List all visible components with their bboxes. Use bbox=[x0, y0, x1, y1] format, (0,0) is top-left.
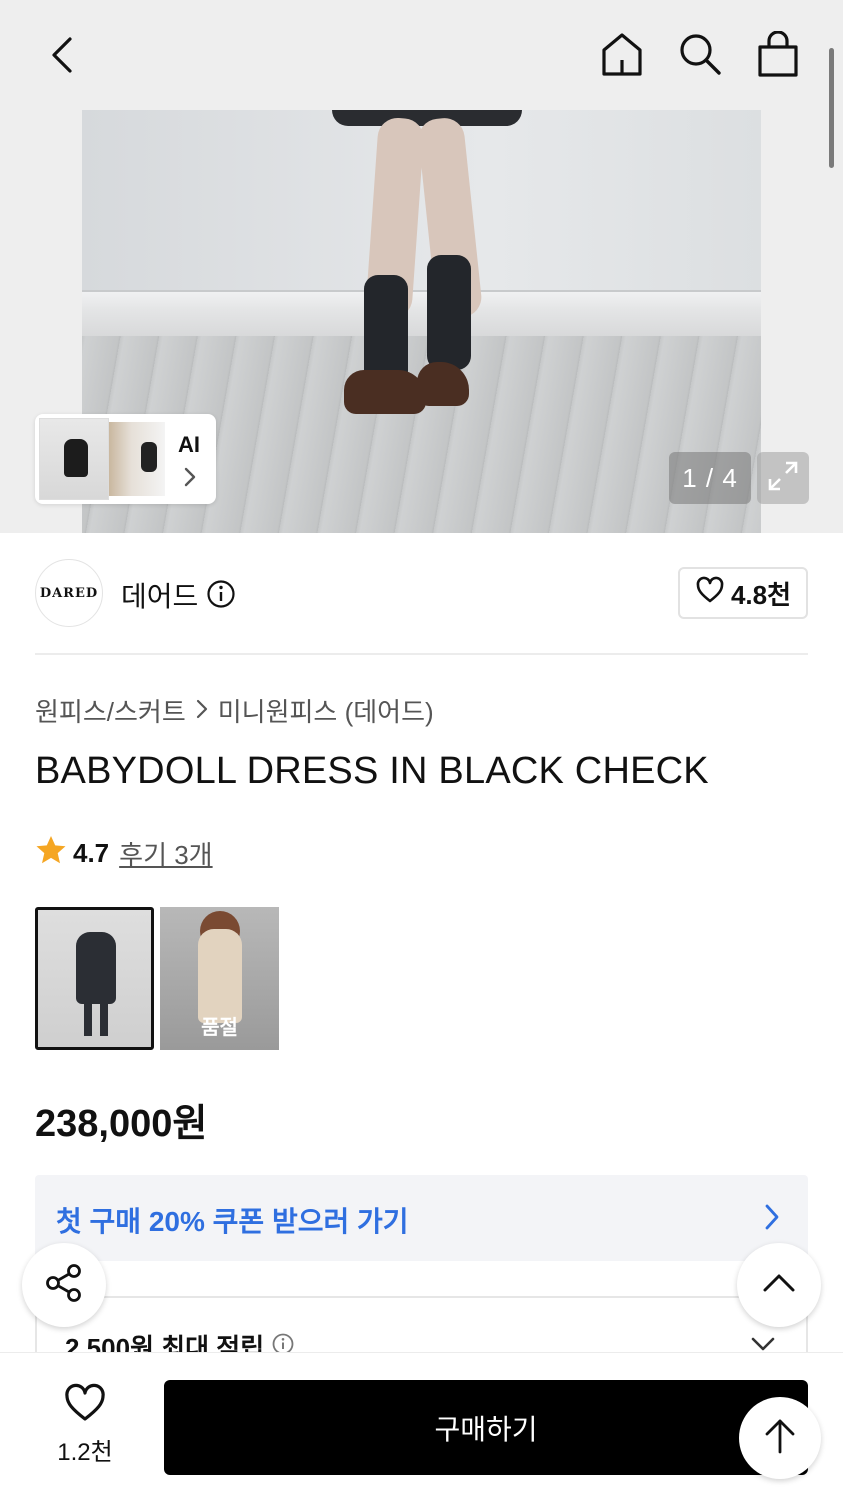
bottom-action-bar: 1.2천 구매하기 bbox=[0, 1352, 843, 1500]
chevron-right-icon bbox=[764, 1203, 780, 1236]
brand-logo[interactable]: DARED bbox=[35, 559, 103, 627]
brand-like-button[interactable]: 4.8천 bbox=[678, 567, 808, 619]
ai-label: AI bbox=[178, 432, 200, 457]
product-gallery[interactable]: AI 1 / 4 bbox=[0, 0, 843, 533]
buy-button[interactable]: 구매하기 bbox=[164, 1380, 808, 1475]
swatch-figure bbox=[76, 932, 116, 1004]
brand-logo-text: DARED bbox=[39, 585, 99, 601]
share-button[interactable] bbox=[22, 1243, 106, 1327]
brand-like-count: 4.8천 bbox=[730, 579, 792, 610]
expand-button[interactable] bbox=[757, 452, 809, 504]
brand-name[interactable]: 데어드 bbox=[121, 575, 198, 615]
info-icon[interactable] bbox=[206, 579, 236, 614]
swatch-figure-legs bbox=[84, 1004, 108, 1036]
review-count-link[interactable]: 후기 3개 bbox=[119, 835, 212, 872]
coupon-text: 첫 구매 20% 쿠폰 받으러 가기 bbox=[56, 1206, 409, 1237]
product-title: BABYDOLL DRESS IN BLACK CHECK bbox=[35, 750, 709, 792]
color-option-sold-out[interactable]: 품절 bbox=[160, 907, 279, 1050]
color-option-selected[interactable] bbox=[35, 907, 154, 1050]
search-button[interactable] bbox=[672, 26, 728, 82]
rating-row: 4.7 후기 3개 bbox=[35, 834, 213, 873]
home-icon bbox=[598, 30, 646, 78]
sold-out-label: 품절 bbox=[201, 1017, 238, 1039]
wishlist-button[interactable]: 1.2천 bbox=[35, 1383, 135, 1467]
star-icon bbox=[35, 834, 67, 873]
page-scrollbar[interactable] bbox=[829, 48, 834, 168]
ai-thumbnail-1 bbox=[39, 418, 109, 500]
home-button[interactable] bbox=[594, 26, 650, 82]
ai-recommend-chip[interactable]: AI bbox=[35, 414, 216, 504]
section-divider bbox=[35, 653, 808, 655]
breadcrumb: 원피스/스커트 미니원피스 (데어드) bbox=[35, 692, 434, 729]
photo-sock-left bbox=[364, 275, 408, 385]
search-icon bbox=[677, 31, 723, 77]
breadcrumb-subcategory[interactable]: 미니원피스 (데어드) bbox=[218, 692, 434, 729]
collapse-button[interactable] bbox=[737, 1243, 821, 1327]
cart-button[interactable] bbox=[750, 26, 806, 82]
heart-icon bbox=[695, 576, 725, 611]
wishlist-count: 1.2천 bbox=[57, 1439, 113, 1466]
chevron-left-icon bbox=[46, 35, 76, 75]
product-price: 238,000원 bbox=[35, 1103, 208, 1145]
chevron-right-icon bbox=[196, 695, 208, 726]
coupon-banner[interactable]: 첫 구매 20% 쿠폰 받으러 가기 bbox=[35, 1175, 808, 1261]
shopping-bag-icon bbox=[756, 31, 800, 77]
breadcrumb-category[interactable]: 원피스/스커트 bbox=[35, 692, 186, 729]
scroll-top-button[interactable] bbox=[739, 1397, 821, 1479]
brand-row: DARED 데어드 4.8천 bbox=[35, 559, 808, 629]
expand-icon bbox=[766, 459, 800, 498]
chevron-right-icon bbox=[183, 466, 197, 494]
photo-shoe-left bbox=[344, 370, 426, 414]
chevron-up-icon bbox=[762, 1273, 796, 1298]
heart-icon bbox=[63, 1383, 107, 1428]
swatch-figure bbox=[198, 929, 242, 1023]
arrow-up-icon bbox=[764, 1417, 796, 1460]
photo-sock-right bbox=[427, 255, 471, 370]
share-icon bbox=[43, 1262, 85, 1309]
rating-score: 4.7 bbox=[73, 838, 110, 868]
image-counter: 1 / 4 bbox=[669, 452, 751, 504]
back-button[interactable] bbox=[33, 27, 89, 83]
ai-thumbnail-2 bbox=[109, 422, 165, 496]
photo-baseboard bbox=[82, 290, 761, 336]
